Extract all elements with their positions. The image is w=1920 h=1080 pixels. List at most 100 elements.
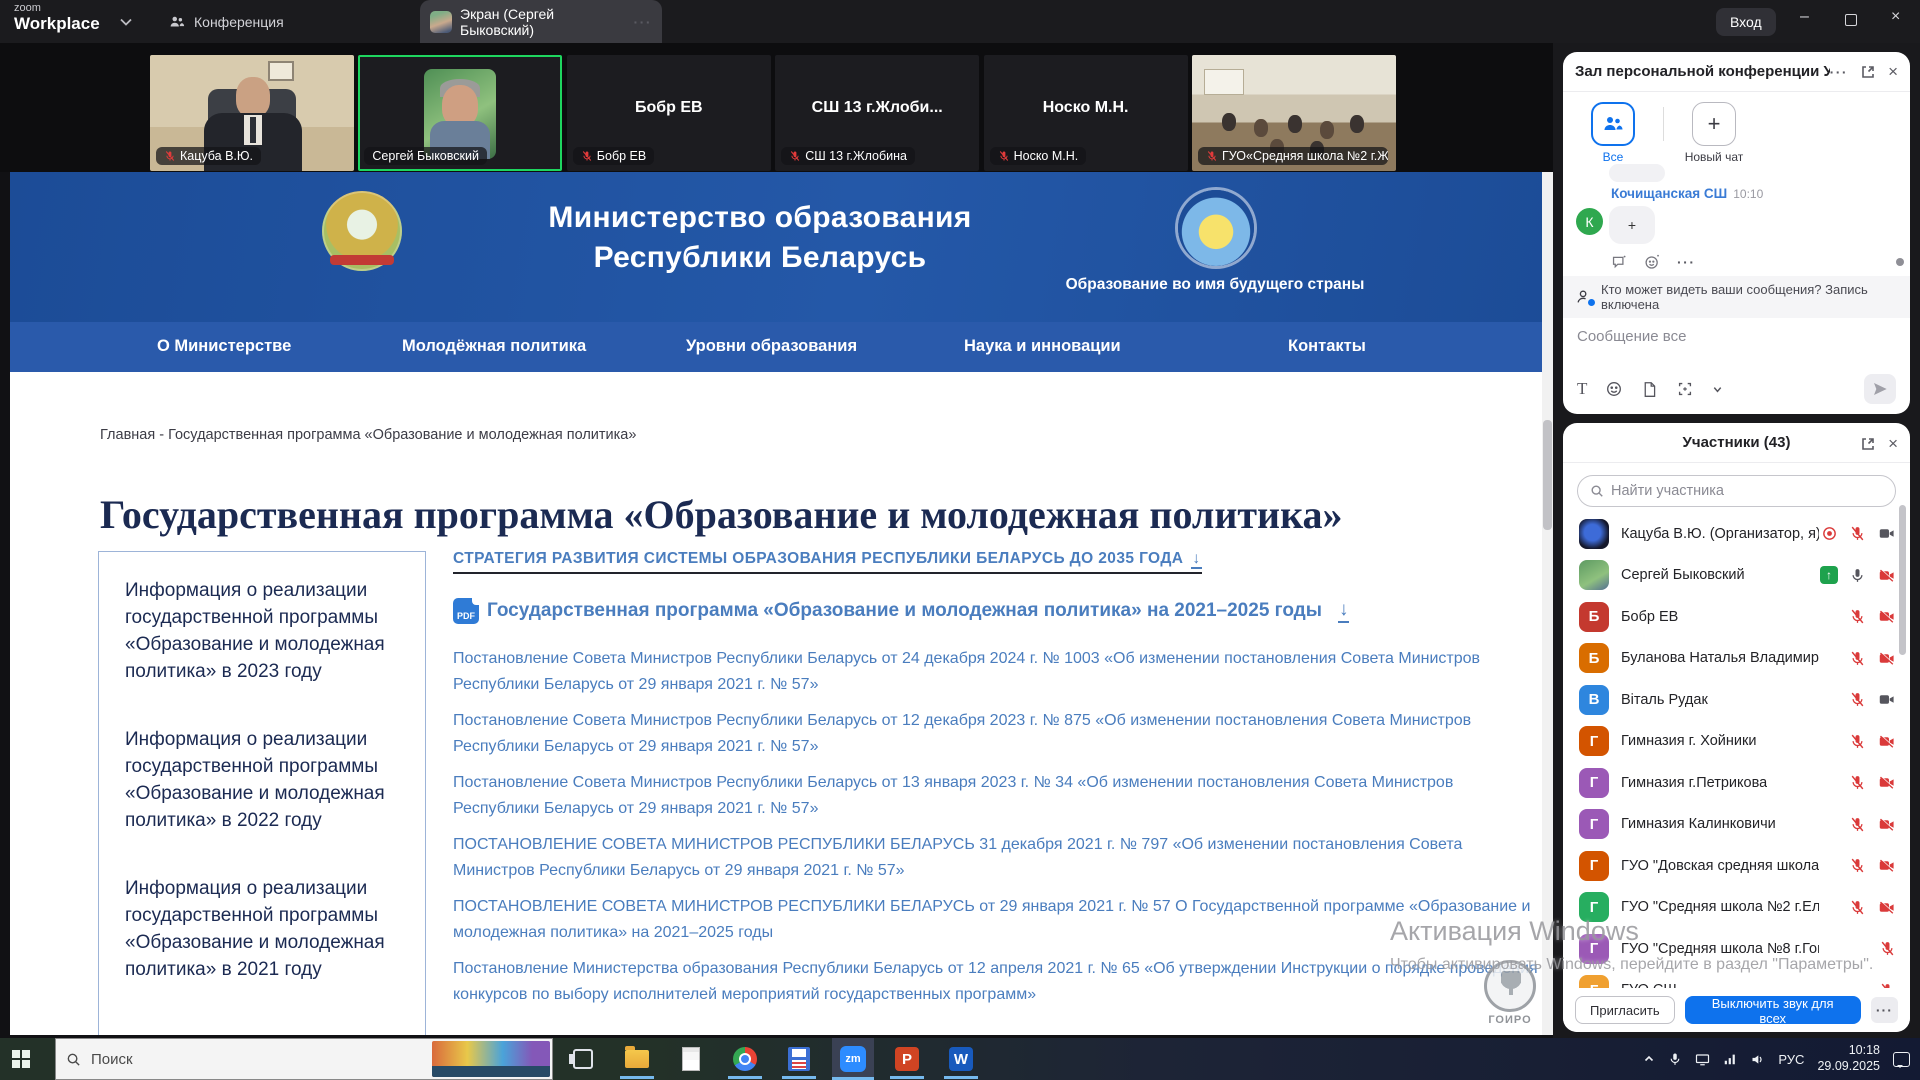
document-link[interactable]: Постановление Совета Министров Республик… (453, 646, 1543, 698)
download-icon[interactable]: ↓ (1191, 550, 1201, 569)
file-explorer-icon[interactable] (624, 1046, 650, 1072)
participant-row[interactable]: Кацуба В.Ю. (Организатор, я) (1563, 513, 1910, 555)
word-icon[interactable]: W (948, 1046, 974, 1072)
close-icon[interactable]: × (1891, 9, 1900, 25)
task-view-icon[interactable] (570, 1046, 596, 1072)
document-link[interactable]: ПОСТАНОВЛЕНИЕ СОВЕТА МИНИСТРОВ РЕСПУБЛИК… (453, 832, 1543, 884)
document-link[interactable]: Постановление Министерства образования Р… (453, 956, 1543, 1008)
document-link[interactable]: Постановление Совета Министров Республик… (453, 708, 1543, 760)
participant-row[interactable]: ГГУО "Довская средняя школа" (1563, 845, 1910, 887)
tray-display-icon[interactable] (1695, 1052, 1710, 1067)
participants-close-icon[interactable]: × (1888, 435, 1898, 452)
message-input[interactable]: Сообщение все (1563, 318, 1910, 345)
participant-name-label: Носко М.Н. (990, 147, 1087, 165)
signin-button[interactable]: Вход (1716, 8, 1776, 36)
participants-scrollbar-thumb[interactable] (1899, 505, 1906, 655)
video-tile[interactable]: ГУО«Средняя школа №2 г.Ж... (1192, 55, 1396, 171)
breadcrumb-home[interactable]: Главная (100, 427, 155, 443)
video-tile[interactable]: Сергей Быковский (358, 55, 562, 171)
maximize-icon[interactable] (1845, 14, 1857, 26)
camera-muted-icon (1877, 774, 1896, 791)
message-more-icon[interactable]: ··· (1677, 254, 1696, 271)
video-tile[interactable]: Носко М.Н.Носко М.Н. (984, 55, 1188, 171)
screen: zoom Workplace Конференция Экран (Сергей… (0, 0, 1920, 1080)
download-icon[interactable]: ↓ (1338, 599, 1350, 623)
document-link[interactable]: ПОСТАНОВЛЕНИЕ СОВЕТА МИНИСТРОВ РЕСПУБЛИК… (453, 894, 1543, 946)
document-link-text: СТРАТЕГИЯ РАЗВИТИЯ СИСТЕМЫ ОБРАЗОВАНИЯ Р… (453, 550, 1183, 567)
tab-conference[interactable]: Конференция (168, 0, 284, 43)
search-highlight-image[interactable] (432, 1041, 550, 1077)
video-tile[interactable]: Бобр ЕВБобр ЕВ (567, 55, 771, 171)
document-link[interactable]: СТРАТЕГИЯ РАЗВИТИЯ СИСТЕМЫ ОБРАЗОВАНИЯ Р… (453, 550, 1202, 574)
chevron-down-icon[interactable] (1712, 384, 1723, 395)
tray-expand-icon[interactable] (1643, 1053, 1655, 1065)
nav-item[interactable]: О Министерстве (157, 337, 291, 356)
nav-item[interactable]: Уровни образования (686, 337, 857, 356)
emoji-icon[interactable] (1605, 380, 1623, 398)
chat-more-icon[interactable]: ··· (1830, 64, 1849, 80)
pop-out-icon[interactable] (1860, 436, 1876, 452)
mute-all-button[interactable]: Выключить звук для всех (1685, 996, 1861, 1024)
tab-screen-share[interactable]: Экран (Сергей Быковский) ··· (420, 0, 662, 43)
taskbar-apps: zm P W (570, 1038, 974, 1080)
new-chat-button[interactable]: + Новый чат (1678, 102, 1750, 164)
nav-item[interactable]: Наука и инновации (964, 337, 1121, 356)
sidebar-report-link[interactable]: Информация о реализации государственной … (125, 578, 399, 686)
taskbar-search[interactable]: Поиск (55, 1038, 553, 1080)
chat-filter-all[interactable]: Все (1577, 102, 1649, 164)
tab-more-icon[interactable]: ··· (634, 14, 653, 30)
participant-initial-avatar: Г (1579, 892, 1609, 922)
tray-volume-icon[interactable] (1750, 1052, 1765, 1067)
sidebar-report-link[interactable]: Информация о реализации государственной … (125, 876, 399, 984)
nav-item[interactable]: Контакты (1288, 337, 1366, 356)
save-app-icon[interactable] (786, 1046, 812, 1072)
site-scrollbar-thumb[interactable] (1543, 420, 1552, 530)
chrome-icon[interactable] (732, 1046, 758, 1072)
participant-row[interactable]: ГГУО "Средняя школа №2 г.Ельска" (1563, 887, 1910, 929)
powerpoint-icon[interactable]: P (894, 1046, 920, 1072)
participant-row[interactable]: ВВіталь Рудак (1563, 679, 1910, 721)
participant-row[interactable]: Сергей Быковский↑ (1563, 555, 1910, 597)
breadcrumb-separator: - (159, 427, 164, 443)
send-icon[interactable] (1864, 374, 1896, 404)
video-tile[interactable]: Кацуба В.Ю. (150, 55, 354, 171)
reply-icon[interactable] (1611, 254, 1628, 271)
participant-name: Гимназия г.Петрикова (1621, 775, 1767, 791)
clock[interactable]: 10:18 29.09.2025 (1817, 1043, 1880, 1074)
chat-close-icon[interactable]: × (1888, 63, 1898, 80)
zoom-app-icon[interactable]: zm (840, 1046, 866, 1072)
participant-search-input[interactable]: Найти участника (1577, 475, 1896, 507)
participant-row[interactable]: ГГимназия Калинковичи (1563, 804, 1910, 846)
search-icon (66, 1052, 81, 1067)
participant-row[interactable]: ГГимназия г.Петрикова (1563, 762, 1910, 804)
screenshot-icon[interactable] (1676, 380, 1694, 398)
participant-row[interactable]: ГГимназия г. Хойники (1563, 721, 1910, 763)
sidebar-report-link[interactable]: Информация о реализации государственной … (125, 727, 399, 835)
participant-row[interactable]: ББобр ЕВ (1563, 596, 1910, 638)
invite-button[interactable]: Пригласить (1575, 996, 1675, 1024)
notifications-icon[interactable] (1893, 1052, 1910, 1067)
minimize-icon[interactable]: – (1800, 9, 1809, 25)
chevron-down-icon[interactable] (118, 14, 134, 30)
add-reaction-icon[interactable] (1644, 254, 1661, 271)
video-tile[interactable]: СШ 13 г.Жлоби...СШ 13 г.Жлобина (775, 55, 979, 171)
document-link[interactable]: Постановление Совета Министров Республик… (453, 770, 1543, 822)
participant-row[interactable]: ББуланова Наталья Владимировна -... (1563, 638, 1910, 680)
chat-scrollbar-thumb[interactable] (1896, 258, 1904, 266)
participant-row[interactable]: ГГУО "Средняя школа №8 г.Гомеля" (1563, 928, 1910, 970)
site-scrollbar[interactable] (1542, 172, 1553, 1035)
screen-sharing-icon: ↑ (1820, 566, 1838, 584)
language-indicator[interactable]: РУС (1778, 1052, 1804, 1067)
file-icon[interactable] (1641, 381, 1658, 398)
goiro-emblem-icon (1484, 960, 1536, 1012)
participants-more-icon[interactable]: ··· (1871, 997, 1898, 1023)
notepad-icon[interactable] (678, 1046, 704, 1072)
format-text-icon[interactable]: T (1577, 379, 1587, 399)
tray-mic-icon[interactable] (1668, 1052, 1682, 1066)
pop-out-icon[interactable] (1860, 64, 1876, 80)
start-button[interactable] (12, 1050, 31, 1069)
nav-item[interactable]: Молодёжная политика (402, 337, 586, 356)
tray-network-icon[interactable] (1723, 1052, 1737, 1066)
documents-link-list: СТРАТЕГИЯ РАЗВИТИЯ СИСТЕМЫ ОБРАЗОВАНИЯ Р… (453, 550, 1543, 1018)
document-link[interactable]: PDFГосударственная программа «Образовани… (453, 598, 1543, 624)
